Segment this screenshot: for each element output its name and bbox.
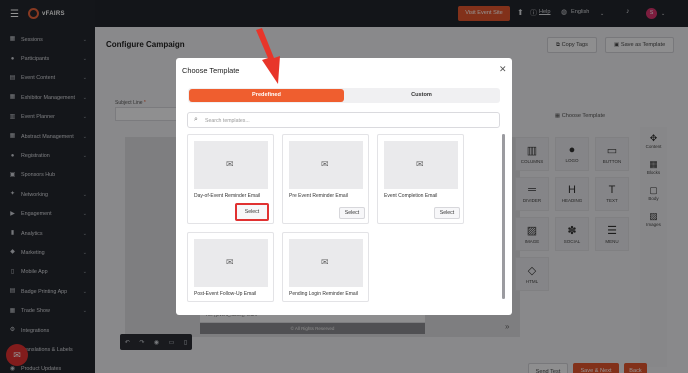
template-name: Pending Login Reminder Email bbox=[289, 291, 358, 297]
tab-predefined[interactable]: Predefined bbox=[189, 89, 344, 102]
template-card[interactable]: ✉ Pending Login Reminder Email bbox=[282, 232, 369, 302]
envelope-icon: ✉ bbox=[321, 257, 329, 267]
template-thumbnail: ✉ bbox=[289, 239, 363, 287]
template-name: Event Completion Email bbox=[384, 193, 438, 199]
template-thumbnail: ✉ bbox=[384, 141, 458, 189]
template-thumbnail: ✉ bbox=[194, 239, 268, 287]
scrollbar-thumb[interactable] bbox=[502, 134, 505, 299]
envelope-icon: ✉ bbox=[226, 257, 234, 267]
search-input[interactable] bbox=[205, 116, 490, 125]
tab-custom[interactable]: Custom bbox=[344, 89, 499, 102]
template-card[interactable]: ✉ Event Completion Email Select bbox=[377, 134, 464, 224]
template-name: Post-Event Follow-Up Email bbox=[194, 291, 257, 297]
template-type-toggle: Predefined Custom bbox=[188, 88, 500, 103]
template-search: ⌕ bbox=[187, 112, 500, 128]
template-select-button[interactable]: Select bbox=[434, 207, 460, 219]
template-thumbnail: ✉ bbox=[289, 141, 363, 189]
envelope-icon: ✉ bbox=[321, 159, 329, 169]
template-select-button[interactable]: Select bbox=[235, 203, 269, 221]
template-name: Pre Event Reminder Email bbox=[289, 193, 348, 199]
template-select-button[interactable]: Select bbox=[339, 207, 365, 219]
envelope-icon: ✉ bbox=[416, 159, 424, 169]
search-icon: ⌕ bbox=[194, 116, 198, 123]
close-icon[interactable]: ✕ bbox=[499, 64, 507, 75]
template-card[interactable]: ✉ Pre Event Reminder Email Select bbox=[282, 134, 369, 224]
envelope-icon: ✉ bbox=[226, 159, 234, 169]
template-name: Day-of-Event Reminder Email bbox=[194, 193, 261, 199]
template-thumbnail: ✉ bbox=[194, 141, 268, 189]
modal-title: Choose Template bbox=[182, 66, 240, 75]
template-card[interactable]: ✉ Post-Event Follow-Up Email bbox=[187, 232, 274, 302]
modal-scrollbar[interactable] bbox=[502, 134, 505, 299]
annotation-arrow-icon bbox=[256, 28, 280, 84]
choose-template-modal: Choose Template ✕ Predefined Custom ⌕ ✉ … bbox=[176, 58, 512, 315]
